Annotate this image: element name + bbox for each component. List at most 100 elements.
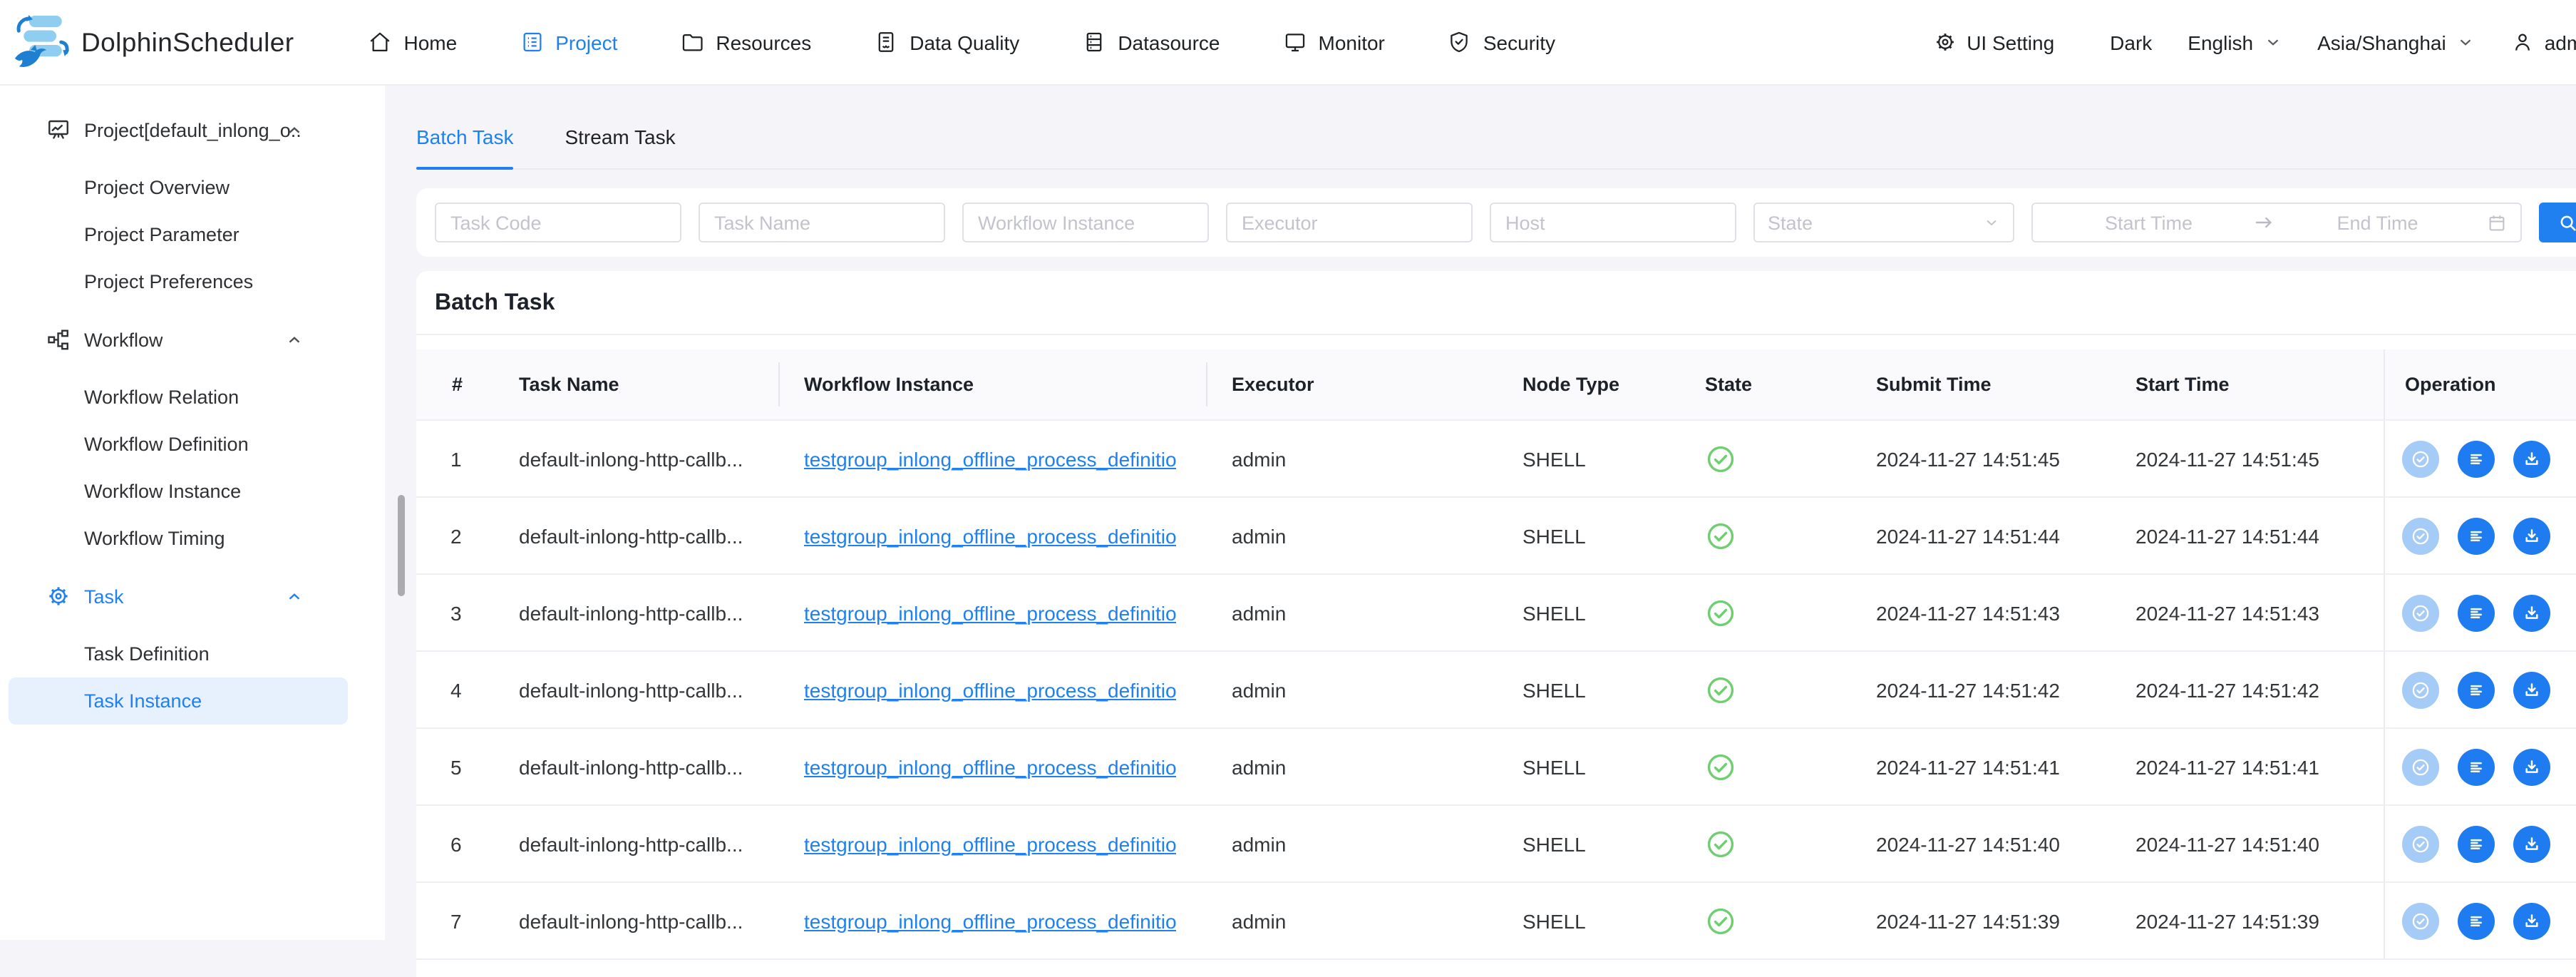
time-range-picker[interactable]: Start Time End Time <box>2031 203 2522 242</box>
download-log-button[interactable] <box>2513 594 2550 631</box>
workflow-instance-cell: testgroup_inlong_offline_process_definit… <box>778 729 1206 804</box>
download-log-button[interactable] <box>2513 671 2550 708</box>
force-success-button[interactable] <box>2402 594 2439 631</box>
download-log-button[interactable] <box>2513 825 2550 862</box>
force-success-button[interactable] <box>2402 671 2439 708</box>
sidebar-item-task-instance[interactable]: Task Instance <box>9 677 348 725</box>
force-success-button[interactable] <box>2402 825 2439 862</box>
nav-item-security[interactable]: Security <box>1448 30 1555 54</box>
nav-item-monitor[interactable]: Monitor <box>1283 30 1385 54</box>
view-log-button[interactable] <box>2458 825 2495 862</box>
sidebar-item-workflow-timing[interactable]: Workflow Timing <box>0 515 385 562</box>
user-menu[interactable]: admin <box>2510 30 2576 54</box>
sidebar-item-workflow-root[interactable]: Workflow <box>0 305 385 374</box>
ui-setting-button[interactable]: UI Setting <box>1932 30 2054 54</box>
sidebar-scrollbar-thumb[interactable] <box>398 495 405 596</box>
force-success-button[interactable] <box>2402 902 2439 939</box>
row-index: 2 <box>416 498 502 573</box>
operation-cell <box>2384 575 2576 650</box>
table-header-row: # Task Name Workflow Instance Executor N… <box>416 349 2576 421</box>
chevron-up-icon <box>285 587 304 605</box>
sidebar-item-task-definition[interactable]: Task Definition <box>0 630 385 677</box>
sidebar-item-project-root[interactable]: Project[default_inlong_o... <box>0 96 385 164</box>
batch-task-panel: Batch Task # Task Name Workflow Instance… <box>416 271 2576 977</box>
host-input[interactable] <box>1490 203 1736 242</box>
workflow-icon <box>46 327 71 352</box>
view-log-button[interactable] <box>2458 902 2495 939</box>
nav-item-datasource[interactable]: Datasource <box>1082 30 1220 54</box>
check-circle-icon <box>2409 832 2432 855</box>
tab-batch-task[interactable]: Batch Task <box>416 126 513 168</box>
force-success-button[interactable] <box>2402 748 2439 785</box>
table-row: 5 default-inlong-http-callb... testgroup… <box>416 729 2576 806</box>
table-body: 1 default-inlong-http-callb... testgroup… <box>416 421 2576 960</box>
operation-cell <box>2384 806 2576 881</box>
view-log-button[interactable] <box>2458 517 2495 554</box>
app: DolphinScheduler Home Project Resources <box>0 0 2576 977</box>
state-select[interactable]: State <box>1753 203 2014 242</box>
download-icon <box>2520 601 2543 624</box>
theme-toggle[interactable]: Dark <box>2110 31 2152 53</box>
success-state-icon <box>1706 829 1735 858</box>
view-log-button[interactable] <box>2458 440 2495 477</box>
nav-item-project[interactable]: Project <box>520 30 617 54</box>
sidebar-item-project-parameter[interactable]: Project Parameter <box>0 211 385 258</box>
state-cell <box>1694 652 1865 727</box>
brand[interactable]: DolphinScheduler <box>13 14 294 71</box>
sidebar-item-workflow-instance[interactable]: Workflow Instance <box>0 468 385 515</box>
download-log-button[interactable] <box>2513 517 2550 554</box>
task-name-input[interactable] <box>699 203 945 242</box>
end-time-placeholder: End Time <box>2274 212 2480 233</box>
workflow-instance-link[interactable]: testgroup_inlong_offline_process_definit… <box>804 601 1177 624</box>
success-state-icon <box>1706 521 1735 550</box>
workflow-instance-link[interactable]: testgroup_inlong_offline_process_definit… <box>804 832 1177 855</box>
view-log-button[interactable] <box>2458 671 2495 708</box>
executor-cell: admin <box>1206 729 1511 804</box>
workflow-instance-link[interactable]: testgroup_inlong_offline_process_definit… <box>804 755 1177 778</box>
view-log-button[interactable] <box>2458 594 2495 631</box>
workflow-instance-cell: testgroup_inlong_offline_process_definit… <box>778 652 1206 727</box>
nav-item-data-quality[interactable]: Data Quality <box>874 30 1019 54</box>
force-success-button[interactable] <box>2402 440 2439 477</box>
workflow-instance-input[interactable] <box>962 203 1209 242</box>
success-state-icon <box>1706 444 1735 473</box>
project-board-icon <box>46 117 71 143</box>
tab-stream-task[interactable]: Stream Task <box>565 126 675 168</box>
operation-cell <box>2384 421 2576 496</box>
sidebar-item-project-preferences[interactable]: Project Preferences <box>0 258 385 305</box>
sidebar-item-project-overview[interactable]: Project Overview <box>0 164 385 211</box>
workflow-instance-link[interactable]: testgroup_inlong_offline_process_definit… <box>804 909 1177 932</box>
dolphinscheduler-logo-icon <box>13 14 73 71</box>
state-select-placeholder: State <box>1768 212 1983 233</box>
search-button[interactable] <box>2539 203 2576 242</box>
check-circle-icon <box>2409 909 2432 932</box>
download-log-button[interactable] <box>2513 748 2550 785</box>
success-state-icon <box>1706 906 1735 935</box>
log-icon <box>2465 832 2488 855</box>
start-time-cell: 2024-11-27 14:51:39 <box>2121 883 2384 958</box>
main-nav: Home Project Resources Data Quality <box>369 30 1556 54</box>
workflow-instance-link[interactable]: testgroup_inlong_offline_process_definit… <box>804 678 1177 701</box>
force-success-button[interactable] <box>2402 517 2439 554</box>
timezone-select[interactable]: Asia/Shanghai <box>2317 31 2475 53</box>
nav-item-resources[interactable]: Resources <box>680 30 811 54</box>
submit-time-cell: 2024-11-27 14:51:42 <box>1865 652 2121 727</box>
arrow-right-icon <box>2252 211 2274 234</box>
sidebar-item-task-root[interactable]: Task <box>0 562 385 630</box>
chevron-up-icon <box>285 121 304 139</box>
language-select[interactable]: English <box>2188 31 2282 53</box>
monitor-icon <box>1283 30 1307 54</box>
download-log-button[interactable] <box>2513 902 2550 939</box>
row-index: 3 <box>416 575 502 650</box>
task-code-input[interactable] <box>435 203 681 242</box>
download-log-button[interactable] <box>2513 440 2550 477</box>
executor-input[interactable] <box>1226 203 1473 242</box>
sidebar-item-workflow-definition[interactable]: Workflow Definition <box>0 421 385 468</box>
ui-setting-label: UI Setting <box>1967 31 2054 53</box>
workflow-instance-link[interactable]: testgroup_inlong_offline_process_definit… <box>804 524 1177 547</box>
view-log-button[interactable] <box>2458 748 2495 785</box>
workflow-instance-link[interactable]: testgroup_inlong_offline_process_definit… <box>804 447 1177 470</box>
node-type-cell: SHELL <box>1511 883 1694 958</box>
nav-item-home[interactable]: Home <box>369 30 458 54</box>
sidebar-item-workflow-relation[interactable]: Workflow Relation <box>0 374 385 421</box>
